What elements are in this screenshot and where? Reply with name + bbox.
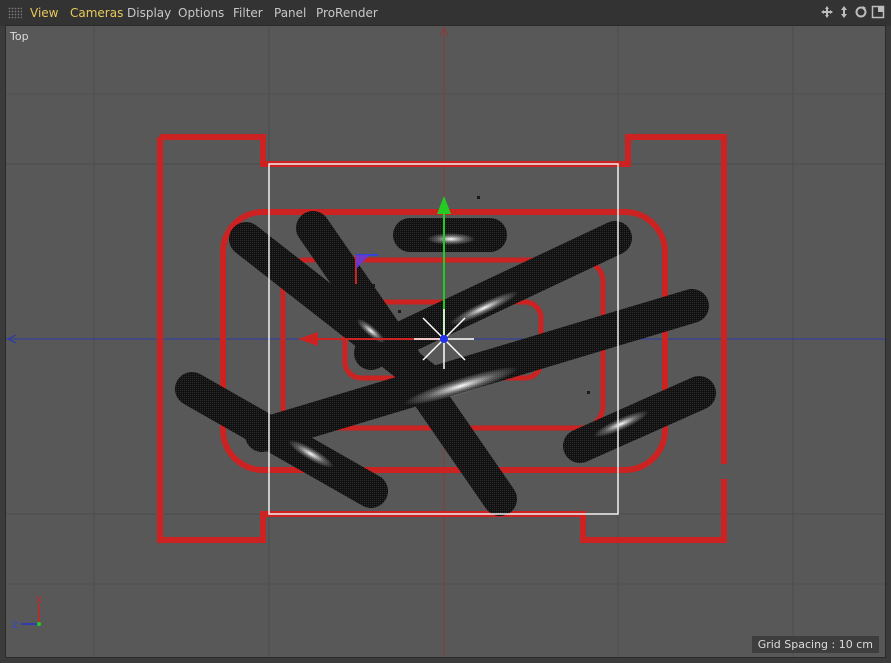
menu-options[interactable]: Options <box>178 6 224 20</box>
viewport-canvas[interactable]: X Z <box>6 26 886 658</box>
viewport-label: Top <box>10 30 29 43</box>
menu-cameras[interactable]: Cameras <box>70 6 123 20</box>
menu-panel[interactable]: Panel <box>274 6 306 20</box>
menu-filter[interactable]: Filter <box>233 6 263 20</box>
gizmo-y-arrow-icon <box>437 196 451 214</box>
menu-view[interactable]: View <box>30 6 58 20</box>
gizmo-x-arrow-icon <box>298 332 318 346</box>
scale-view-icon[interactable] <box>837 5 851 19</box>
grid-spacing-readout: Grid Spacing : 10 cm <box>751 636 879 653</box>
gizmo-center-icon <box>440 335 448 343</box>
axis-x-label: X <box>36 596 42 606</box>
axis-orientation-widget: X Z <box>12 596 42 631</box>
capsule-objects <box>175 211 716 516</box>
toggle-views-icon[interactable] <box>871 5 885 19</box>
move-view-icon[interactable] <box>820 5 834 19</box>
viewport-top[interactable]: X Z Top Grid Spacing : 10 cm <box>5 25 886 658</box>
menu-display[interactable]: Display <box>127 6 171 20</box>
menu-bar: View Cameras Display Options Filter Pane… <box>0 0 891 26</box>
axis-z-label: Z <box>12 621 18 631</box>
rotate-view-icon[interactable] <box>854 5 868 19</box>
menu-prorender[interactable]: ProRender <box>316 6 378 20</box>
menu-grip-icon[interactable] <box>8 7 22 19</box>
